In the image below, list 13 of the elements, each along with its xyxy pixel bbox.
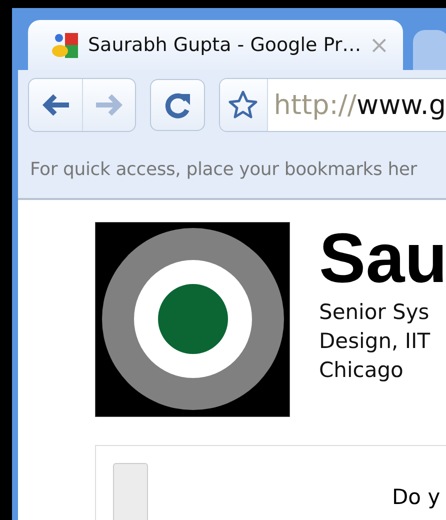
panel-text: Do y [392,485,440,511]
browser-tab[interactable]: Saurabh Gupta - Google Pr… × [28,20,404,70]
address-bar[interactable]: http://www.g [219,78,446,132]
profile-tagline: Chicago [319,357,404,384]
back-arrow-icon [40,92,70,118]
bookmarks-bar-hint: For quick access, place your bookmarks her [30,158,418,180]
profile-tagline: Design, IIT [319,328,432,355]
reload-button[interactable] [150,79,205,131]
profile-name: Sau [319,218,446,298]
profile-tagline: Senior Sys [319,299,430,326]
profile-logo-icon [50,30,80,60]
forward-arrow-icon [94,92,124,118]
star-icon[interactable] [227,89,260,121]
